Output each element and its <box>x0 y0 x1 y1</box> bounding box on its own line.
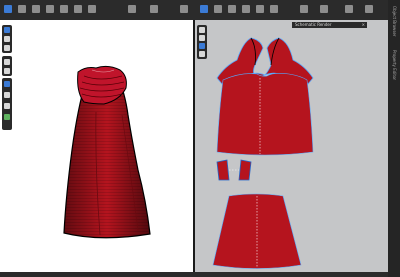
viewport-2d[interactable]: Schematic Render × <box>195 20 388 272</box>
skirt-piece[interactable] <box>212 193 302 269</box>
tape-icon[interactable] <box>74 5 82 13</box>
point-icon[interactable] <box>214 5 222 13</box>
move-icon[interactable] <box>18 5 26 13</box>
dart-icon[interactable] <box>270 5 278 13</box>
render-icon[interactable] <box>128 5 136 13</box>
top-toolbar <box>0 0 400 21</box>
sewing-icon[interactable] <box>32 5 40 13</box>
garment-3d[interactable] <box>0 20 193 272</box>
select-icon[interactable] <box>4 5 12 13</box>
notch-icon[interactable] <box>256 5 264 13</box>
trace-icon[interactable] <box>300 5 308 13</box>
grid-icon[interactable] <box>150 5 158 13</box>
object-browser-label[interactable]: Object Browser <box>392 6 397 37</box>
status-bar <box>0 272 388 277</box>
segment-icon[interactable] <box>228 5 236 13</box>
dress-body <box>63 87 151 239</box>
small-pieces[interactable] <box>216 159 252 181</box>
front-bodice-piece[interactable] <box>216 73 314 156</box>
brush-icon[interactable] <box>60 5 68 13</box>
property-editor-label[interactable]: Property Editor <box>392 50 397 80</box>
seam-icon[interactable] <box>242 5 250 13</box>
pattern-pieces-2d[interactable] <box>195 20 388 272</box>
viewport-3d[interactable] <box>0 20 193 272</box>
pin-icon[interactable] <box>46 5 54 13</box>
gear-icon[interactable] <box>365 5 373 13</box>
fold-icon[interactable] <box>88 5 96 13</box>
camera-icon[interactable] <box>180 5 188 13</box>
right-rail: Object Browser Property Editor <box>388 0 400 277</box>
fold-icon[interactable] <box>345 5 353 13</box>
light-icon[interactable] <box>320 5 328 13</box>
pattern-icon[interactable] <box>200 5 208 13</box>
